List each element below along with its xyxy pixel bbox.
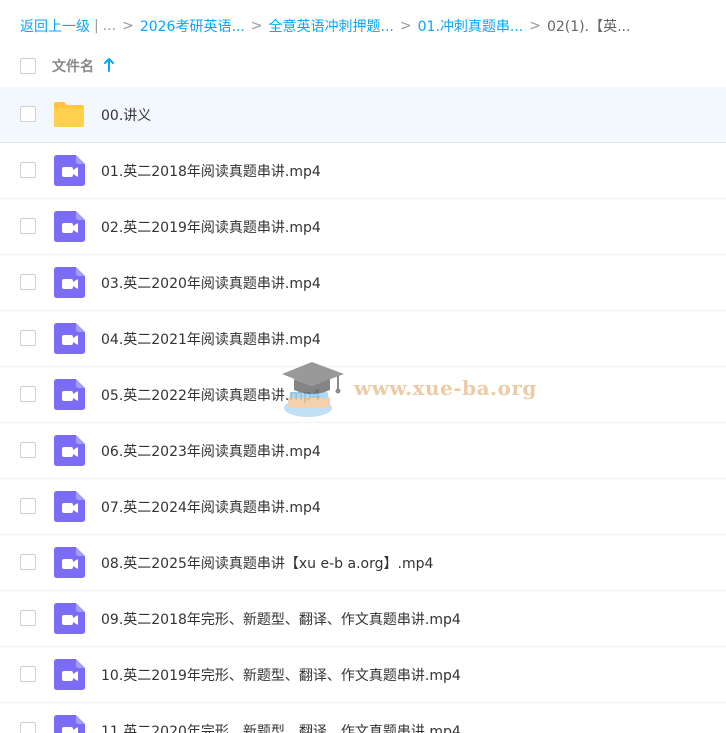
file-name[interactable]: 10.英二2019年完形、新题型、翻译、作文真题串讲.mp4 (101, 665, 461, 685)
breadcrumb-current: 02(1).【英... (546, 19, 631, 35)
file-row[interactable]: 10.英二2019年完形、新题型、翻译、作文真题串讲.mp4 (0, 647, 726, 703)
folder-icon (53, 98, 84, 129)
file-list: 00.讲义 01.英二2018年阅读真题串讲.mp4 02.英二2019年阅读真题串… (0, 87, 726, 733)
video-file-icon (54, 155, 85, 186)
breadcrumb-item-1[interactable]: 2026考研英语... (140, 16, 245, 36)
video-file-icon (54, 715, 85, 733)
row-checkbox[interactable] (20, 386, 36, 402)
row-checkbox[interactable] (20, 498, 36, 514)
video-file-icon (54, 491, 85, 522)
video-file-icon (54, 435, 85, 466)
video-file-icon (54, 267, 85, 298)
file-name[interactable]: 02.英二2019年阅读真题串讲.mp4 (101, 217, 321, 237)
breadcrumb-separator: > (399, 18, 412, 34)
video-file-icon (54, 659, 85, 690)
file-browser: 返回上一级 | ... > 2026考研英语... > 全意英语冲刺押题... … (0, 0, 726, 733)
video-file-icon (54, 323, 85, 354)
file-name[interactable]: 06.英二2023年阅读真题串讲.mp4 (101, 441, 321, 461)
back-link[interactable]: 返回上一级 (20, 16, 90, 36)
file-name[interactable]: 01.英二2018年阅读真题串讲.mp4 (101, 161, 321, 181)
video-file-icon (54, 379, 85, 410)
file-name[interactable]: 04.英二2021年阅读真题串讲.mp4 (101, 329, 321, 349)
row-checkbox[interactable] (20, 106, 36, 122)
file-name[interactable]: 11.英二2020年完形、新题型、翻译、作文真题串讲.mp4 (101, 721, 461, 733)
file-row[interactable]: 11.英二2020年完形、新题型、翻译、作文真题串讲.mp4 (0, 703, 726, 733)
row-checkbox[interactable] (20, 666, 36, 682)
file-row[interactable]: 05.英二2022年阅读真题串讲.mp4 (0, 367, 726, 423)
sort-ascending-icon[interactable] (102, 56, 116, 74)
file-row[interactable]: 06.英二2023年阅读真题串讲.mp4 (0, 423, 726, 479)
breadcrumb-divider: | (94, 18, 99, 34)
file-name[interactable]: 05.英二2022年阅读真题串讲.mp4 (101, 385, 321, 405)
row-checkbox[interactable] (20, 610, 36, 626)
row-checkbox[interactable] (20, 442, 36, 458)
file-row[interactable]: 08.英二2025年阅读真题串讲【xu e-b a.org】.mp4 (0, 535, 726, 591)
row-checkbox[interactable] (20, 218, 36, 234)
video-file-icon (54, 547, 85, 578)
row-checkbox[interactable] (20, 722, 36, 733)
file-name[interactable]: 03.英二2020年阅读真题串讲.mp4 (101, 273, 321, 293)
breadcrumb: 返回上一级 | ... > 2026考研英语... > 全意英语冲刺押题... … (20, 14, 630, 38)
select-all-checkbox[interactable] (20, 58, 36, 74)
file-row[interactable]: 04.英二2021年阅读真题串讲.mp4 (0, 311, 726, 367)
row-checkbox[interactable] (20, 554, 36, 570)
row-checkbox[interactable] (20, 274, 36, 290)
file-row[interactable]: 02.英二2019年阅读真题串讲.mp4 (0, 199, 726, 255)
file-name[interactable]: 08.英二2025年阅读真题串讲【xu e-b a.org】.mp4 (101, 553, 433, 573)
row-checkbox[interactable] (20, 162, 36, 178)
file-row[interactable]: 03.英二2020年阅读真题串讲.mp4 (0, 255, 726, 311)
file-name[interactable]: 07.英二2024年阅读真题串讲.mp4 (101, 497, 321, 517)
folder-row[interactable]: 00.讲义 (0, 87, 726, 143)
breadcrumb-ellipsis[interactable]: ... (103, 18, 116, 34)
breadcrumb-separator: > (529, 18, 541, 34)
breadcrumb-item-3[interactable]: 01.冲刺真题串... (418, 16, 524, 36)
file-row[interactable]: 01.英二2018年阅读真题串讲.mp4 (0, 143, 726, 199)
file-row[interactable]: 09.英二2018年完形、新题型、翻译、作文真题串讲.mp4 (0, 591, 726, 647)
file-name[interactable]: 09.英二2018年完形、新题型、翻译、作文真题串讲.mp4 (101, 609, 461, 629)
video-file-icon (54, 211, 85, 242)
filename-column-header[interactable]: 文件名 (52, 56, 94, 76)
file-list-header: 文件名 (0, 48, 726, 84)
row-checkbox[interactable] (20, 330, 36, 346)
file-name[interactable]: 00.讲义 (101, 105, 151, 125)
file-row[interactable]: 07.英二2024年阅读真题串讲.mp4 (0, 479, 726, 535)
video-file-icon (54, 603, 85, 634)
breadcrumb-separator: > (250, 18, 263, 34)
breadcrumb-separator: > (122, 18, 134, 34)
breadcrumb-item-2[interactable]: 全意英语冲刺押题... (269, 16, 394, 36)
